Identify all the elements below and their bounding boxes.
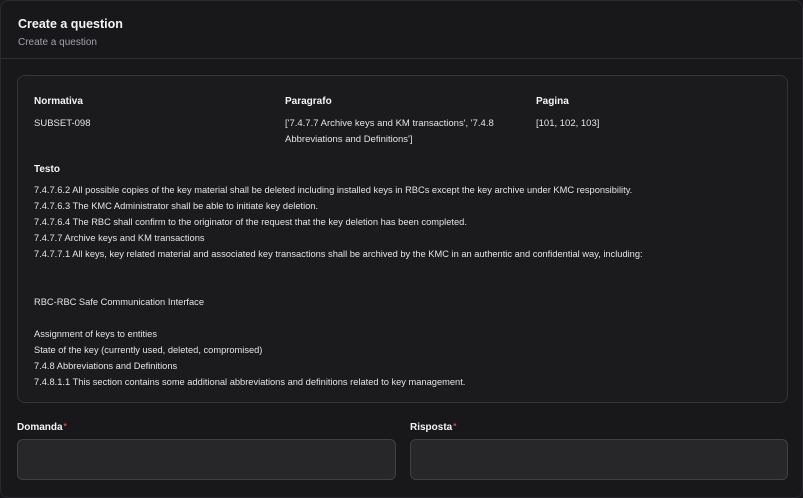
testo-line: Assignment of keys to entities xyxy=(34,329,157,339)
paragrafo-value: ['7.4.7.7 Archive keys and KM transactio… xyxy=(285,116,494,148)
testo-line: 7.4.7.6.3 The KMC Administrator shall be… xyxy=(34,201,319,211)
testo-line xyxy=(34,310,774,326)
testo-line: State of the key (currently used, delete… xyxy=(34,345,263,355)
testo-line: 7.4.7.6.4 The RBC shall confirm to the o… xyxy=(34,217,467,227)
domanda-input[interactable] xyxy=(17,439,396,480)
normativa-label: Normativa xyxy=(34,96,83,107)
source-info-card: Normativa SUBSET-098 Paragrafo ['7.4.7.7… xyxy=(17,75,788,403)
paragrafo-value-line: Abbreviations and Definitions'] xyxy=(285,134,413,145)
domanda-label-text: Domanda xyxy=(17,422,63,433)
required-marker: * xyxy=(63,422,67,431)
paragrafo-label: Paragrafo xyxy=(285,96,332,107)
testo-line: RBC-RBC Safe Communication Interface xyxy=(34,297,204,307)
risposta-input[interactable] xyxy=(410,439,788,480)
pagina-label: Pagina xyxy=(536,96,569,107)
page-subtitle: Create a question xyxy=(18,37,97,48)
testo-line: 7.4.8.1.1 This section contains some add… xyxy=(34,377,466,387)
pagina-value: [101, 102, 103] xyxy=(536,118,600,129)
create-question-panel: Create a question Create a question Norm… xyxy=(0,0,803,498)
page-title: Create a question xyxy=(18,17,123,31)
testo-line xyxy=(34,262,774,278)
risposta-label: Risposta* xyxy=(410,422,456,433)
risposta-label-text: Risposta xyxy=(410,422,453,433)
testo-line: 7.4.8 Abbreviations and Definitions xyxy=(34,361,178,371)
paragrafo-value-line: ['7.4.7.7 Archive keys and KM transactio… xyxy=(285,118,494,129)
testo-line: 7.4.7.7 Archive keys and KM transactions xyxy=(34,233,205,243)
domanda-label: Domanda* xyxy=(17,422,67,433)
panel-header: Create a question Create a question xyxy=(1,1,802,59)
testo-line: 7.4.7.7.1 All keys, key related material… xyxy=(34,249,643,259)
testo-body: 7.4.7.6.2 All possible copies of the key… xyxy=(34,182,774,390)
required-marker: * xyxy=(453,422,457,431)
normativa-value: SUBSET-098 xyxy=(34,118,91,129)
testo-label: Testo xyxy=(34,164,60,175)
testo-line: 7.4.7.6.2 All possible copies of the key… xyxy=(34,185,633,195)
testo-line xyxy=(34,278,774,294)
